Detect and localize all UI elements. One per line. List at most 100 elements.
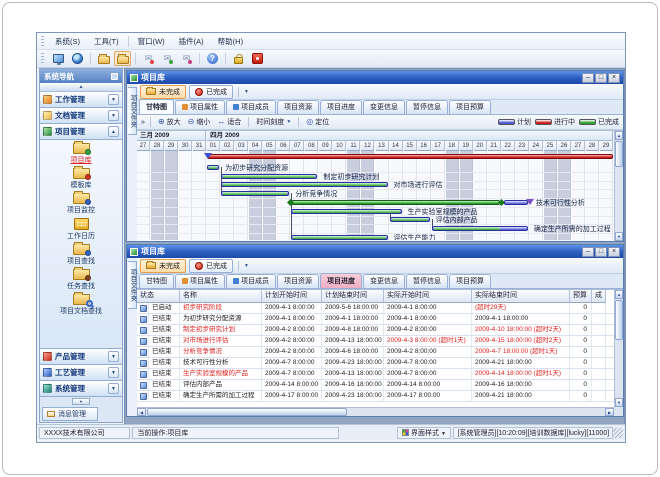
lock-button[interactable]: [230, 51, 247, 66]
scroll-thumb[interactable]: [615, 300, 623, 340]
close-button[interactable]: ×: [608, 247, 620, 257]
exit-button[interactable]: [249, 51, 266, 66]
gantt-vertical-scrollbar[interactable]: ▲ ▼: [614, 131, 623, 241]
scroll-down-arrow[interactable]: ▼: [615, 232, 623, 241]
tab-project-resources[interactable]: 项目资源: [277, 274, 319, 288]
gantt-window-titlebar[interactable]: 项目库 – □ ×: [127, 71, 623, 84]
help-button[interactable]: ?: [204, 51, 221, 66]
summary-bar-初步研究阶段[interactable]: [207, 154, 613, 159]
chevron-down-icon[interactable]: ▼: [108, 94, 119, 105]
column-header-2[interactable]: 名称: [180, 290, 262, 303]
message-read-button[interactable]: ✉: [159, 51, 176, 66]
zoom-out-button[interactable]: ⊖缩小: [186, 117, 213, 127]
zoom-in-button[interactable]: ⊕放大: [156, 117, 183, 127]
tab-project-progress[interactable]: 项目进度: [320, 100, 362, 114]
open-folder-button[interactable]: [95, 51, 112, 66]
table-row[interactable]: 已结束对市场进行评估2009-4-2 8:00:002009-4-13 18:0…: [137, 336, 614, 347]
column-header-4[interactable]: 计划结束时间: [322, 290, 384, 303]
sidebar-mini-button[interactable]: ▼: [40, 397, 122, 406]
project-folder-side-tab[interactable]: 项目文件夹: [128, 261, 137, 309]
table-row[interactable]: 已结束技术可行性分析2009-4-7 8:00:002009-4-23 18:0…: [137, 358, 614, 369]
tab-pause-info[interactable]: 暂停信息: [406, 274, 448, 288]
message-management-tab[interactable]: 消息管理: [42, 407, 98, 421]
time-scale-button[interactable]: 时间刻度▼: [254, 117, 293, 127]
close-button[interactable]: ×: [608, 73, 620, 83]
table-row[interactable]: 已结束生产实验室规模的产品2009-4-7 8:00:002009-4-13 1…: [137, 369, 614, 380]
chevron-down-icon[interactable]: ▼: [108, 110, 119, 121]
tab-project-progress[interactable]: 项目进度: [320, 273, 362, 288]
scroll-up-arrow[interactable]: ▲: [615, 290, 623, 299]
resize-grip[interactable]: [613, 428, 623, 438]
tab-project-budget[interactable]: 项目预算: [449, 274, 491, 288]
chevron-up-icon[interactable]: ▲: [108, 126, 119, 137]
sidebar-item-project-monitor[interactable]: 项目监控: [67, 193, 95, 215]
sidebar-section-product-management[interactable]: 产品管理 ▼: [40, 349, 122, 365]
gantt-bar-plan-tail[interactable]: [504, 200, 528, 205]
tab-project-properties[interactable]: 项目属性: [175, 100, 225, 114]
scroll-right-arrow[interactable]: ▶: [605, 408, 614, 416]
sidebar-item-work-calendar[interactable]: 工作日历: [67, 218, 95, 241]
unfinished-filter-button[interactable]: 未完成: [140, 85, 186, 99]
sidebar-section-system-management[interactable]: 系统管理 ▼: [40, 381, 122, 397]
sidebar-item-task-search[interactable]: 任务查找: [67, 269, 95, 291]
scroll-thumb[interactable]: [615, 141, 623, 167]
tab-gantt[interactable]: 甘特图: [139, 99, 174, 114]
column-header-1[interactable]: 状态: [137, 290, 180, 303]
sidebar-item-project-search[interactable]: 项目查找: [67, 244, 95, 266]
minimize-button[interactable]: –: [582, 247, 594, 257]
maximize-button[interactable]: □: [595, 247, 607, 257]
table-row[interactable]: 已结束评估内部产品2009-4-14 8:00:002009-4-16 18:0…: [137, 380, 614, 391]
network-button[interactable]: [69, 51, 86, 66]
maximize-button[interactable]: □: [595, 73, 607, 83]
finished-filter-button[interactable]: 已完成: [189, 259, 233, 273]
tab-pause-info[interactable]: 暂停信息: [406, 100, 448, 114]
scroll-down-arrow[interactable]: ▼: [615, 398, 623, 407]
sidebar-section-process-management[interactable]: 工艺管理 ▼: [40, 365, 122, 381]
menu-system[interactable]: 系统(S): [48, 34, 87, 49]
pin-icon[interactable]: [111, 73, 118, 80]
tab-change-info[interactable]: 变更信息: [363, 274, 405, 288]
menu-tools[interactable]: 工具(T): [87, 34, 126, 49]
sidebar-section-project-management[interactable]: 项目管理 ▲: [40, 124, 122, 140]
tab-project-resources[interactable]: 项目资源: [277, 100, 319, 114]
filter-overflow-chevron[interactable]: ▼: [244, 263, 249, 269]
gantt-bar-技术可行性分析[interactable]: [291, 200, 499, 205]
table-row[interactable]: 已结束为初步研究分配资源2009-4-1 8:00:002009-4-1 18:…: [137, 314, 614, 325]
scroll-thumb[interactable]: [147, 408, 347, 416]
menu-plugins[interactable]: 插件(A): [172, 34, 211, 49]
sidebar-section-document-management[interactable]: 文档管理 ▼: [40, 108, 122, 124]
project-folder-side-tab[interactable]: 项目文件夹: [128, 87, 137, 135]
tab-project-members[interactable]: 项目成员: [226, 274, 276, 288]
column-header-3[interactable]: 计划开始时间: [262, 290, 322, 303]
column-header-6[interactable]: 实际结束时间: [472, 290, 570, 303]
tab-project-budget[interactable]: 项目预算: [449, 100, 491, 114]
chevron-down-icon[interactable]: ▼: [108, 383, 119, 394]
chevron-down-icon[interactable]: ▼: [108, 367, 119, 378]
save-view-button[interactable]: [114, 51, 131, 66]
table-vertical-scrollbar[interactable]: ▲ ▼: [614, 290, 623, 407]
sidebar-item-project-doc-search[interactable]: 项目文档查找: [60, 294, 102, 316]
table-row[interactable]: 已结束确定生产所需的加工过程2009-4-17 8:00:002009-4-23…: [137, 391, 614, 402]
sidebar-item-template-library[interactable]: 模板库: [71, 168, 92, 190]
menu-window[interactable]: 窗口(W): [131, 34, 172, 49]
menu-help[interactable]: 帮助(H): [211, 34, 250, 49]
column-header-7[interactable]: 预算: [570, 290, 592, 303]
tab-change-info[interactable]: 变更信息: [363, 100, 405, 114]
workstation-button[interactable]: [50, 51, 67, 66]
column-header-5[interactable]: 实际开始时间: [384, 290, 472, 303]
finished-filter-button[interactable]: 已完成: [189, 85, 233, 99]
locate-button[interactable]: ◎定位: [304, 117, 331, 127]
table-row[interactable]: 已启动初步研究阶段2009-4-1 8:00:002009-5-6 18:00:…: [137, 303, 614, 314]
toolbar-overflow[interactable]: »: [141, 119, 145, 126]
sidebar-scroll-up[interactable]: ▲: [40, 83, 122, 92]
column-header-8[interactable]: 成: [592, 290, 606, 303]
sidebar-item-project-library[interactable]: 项目库: [71, 143, 92, 165]
unfinished-filter-button[interactable]: 未完成: [140, 259, 186, 273]
table-horizontal-scrollbar[interactable]: ◀ ▶: [137, 407, 614, 416]
fit-button[interactable]: ↔适合: [215, 117, 243, 127]
tab-project-properties[interactable]: 项目属性: [175, 274, 225, 288]
table-row[interactable]: 已结束制定初步研究计划2009-4-2 8:00:002009-4-8 18:0…: [137, 325, 614, 336]
scroll-up-arrow[interactable]: ▲: [615, 131, 623, 140]
table-row[interactable]: 已结束分析竞争情况2009-4-2 8:00:002009-4-6 18:00:…: [137, 347, 614, 358]
ui-style-button[interactable]: 界面样式 ▼: [397, 427, 451, 439]
